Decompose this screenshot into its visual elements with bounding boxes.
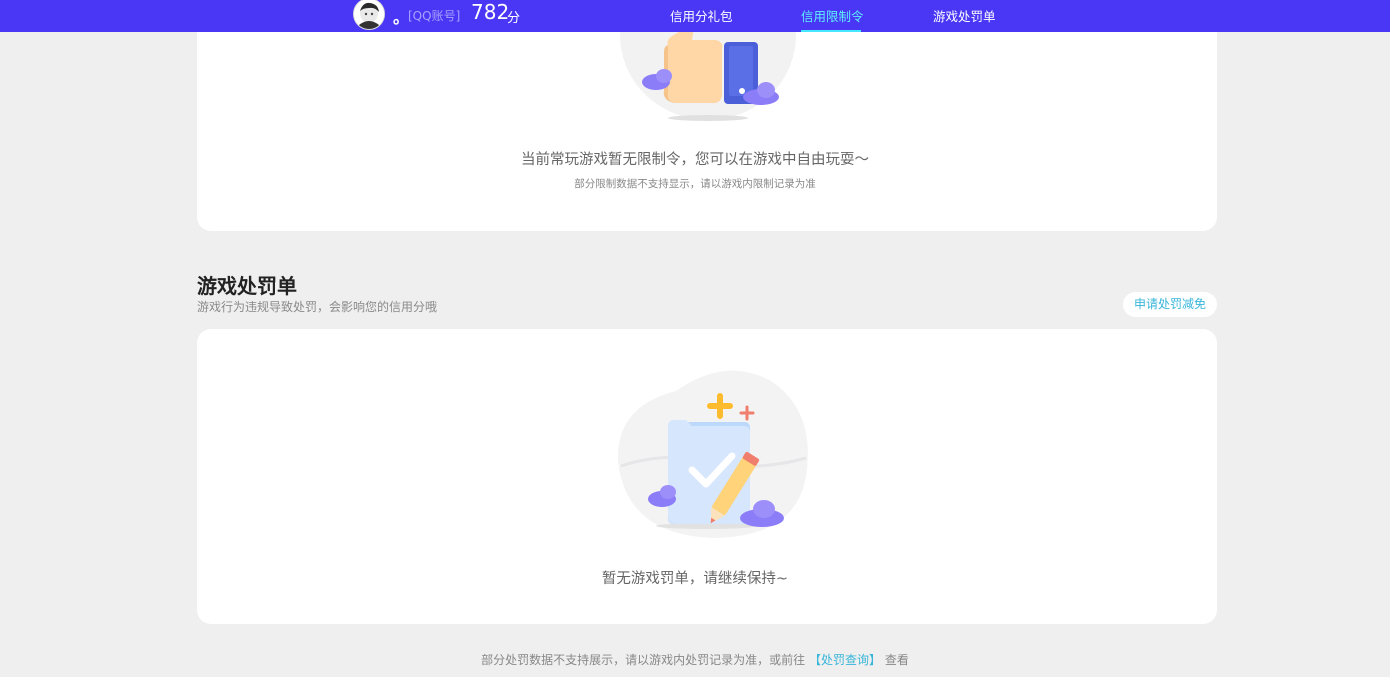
clipboard-check-illustration: [617, 370, 808, 538]
footer-note-prefix: 部分处罚数据不支持展示，请以游戏内处罚记录为准，或前往: [481, 653, 806, 667]
section-title-penalty: 游戏处罚单: [197, 274, 297, 298]
top-navigation-bar: 。 [QQ账号] 782 分 信用分礼包 信用限制令 游戏处罚单: [0, 0, 1390, 32]
footer-note: 部分处罚数据不支持展示，请以游戏内处罚记录为准，或前往 【处罚查询】 查看: [0, 651, 1390, 668]
account-type-label: [QQ账号]: [408, 9, 461, 23]
footer-note-suffix: 查看: [884, 653, 909, 667]
tab-credit-gift[interactable]: 信用分礼包: [670, 6, 733, 25]
active-tab-indicator: [801, 30, 861, 32]
penalty-query-link[interactable]: 【处罚查询】: [809, 653, 881, 667]
penalty-empty-message: 暂无游戏罚单，请继续保持~: [601, 571, 789, 587]
user-nickname: 。: [393, 8, 410, 27]
credit-score-unit: 分: [507, 11, 521, 26]
credit-score-value: 782: [471, 0, 510, 24]
section-subtitle-penalty: 游戏行为违规导致处罚，会影响您的信用分哦: [197, 300, 438, 314]
tab-game-penalty[interactable]: 游戏处罚单: [933, 6, 996, 25]
restriction-empty-note: 部分限制数据不支持显示，请以游戏内限制记录为准: [574, 178, 816, 190]
tab-credit-restriction[interactable]: 信用限制令: [801, 6, 864, 25]
apply-penalty-reduction-button[interactable]: 申请处罚减免: [1123, 292, 1217, 317]
restriction-empty-message: 当前常玩游戏暂无限制令，您可以在游戏中自由玩耍～: [521, 152, 869, 168]
avatar[interactable]: [353, 0, 385, 30]
